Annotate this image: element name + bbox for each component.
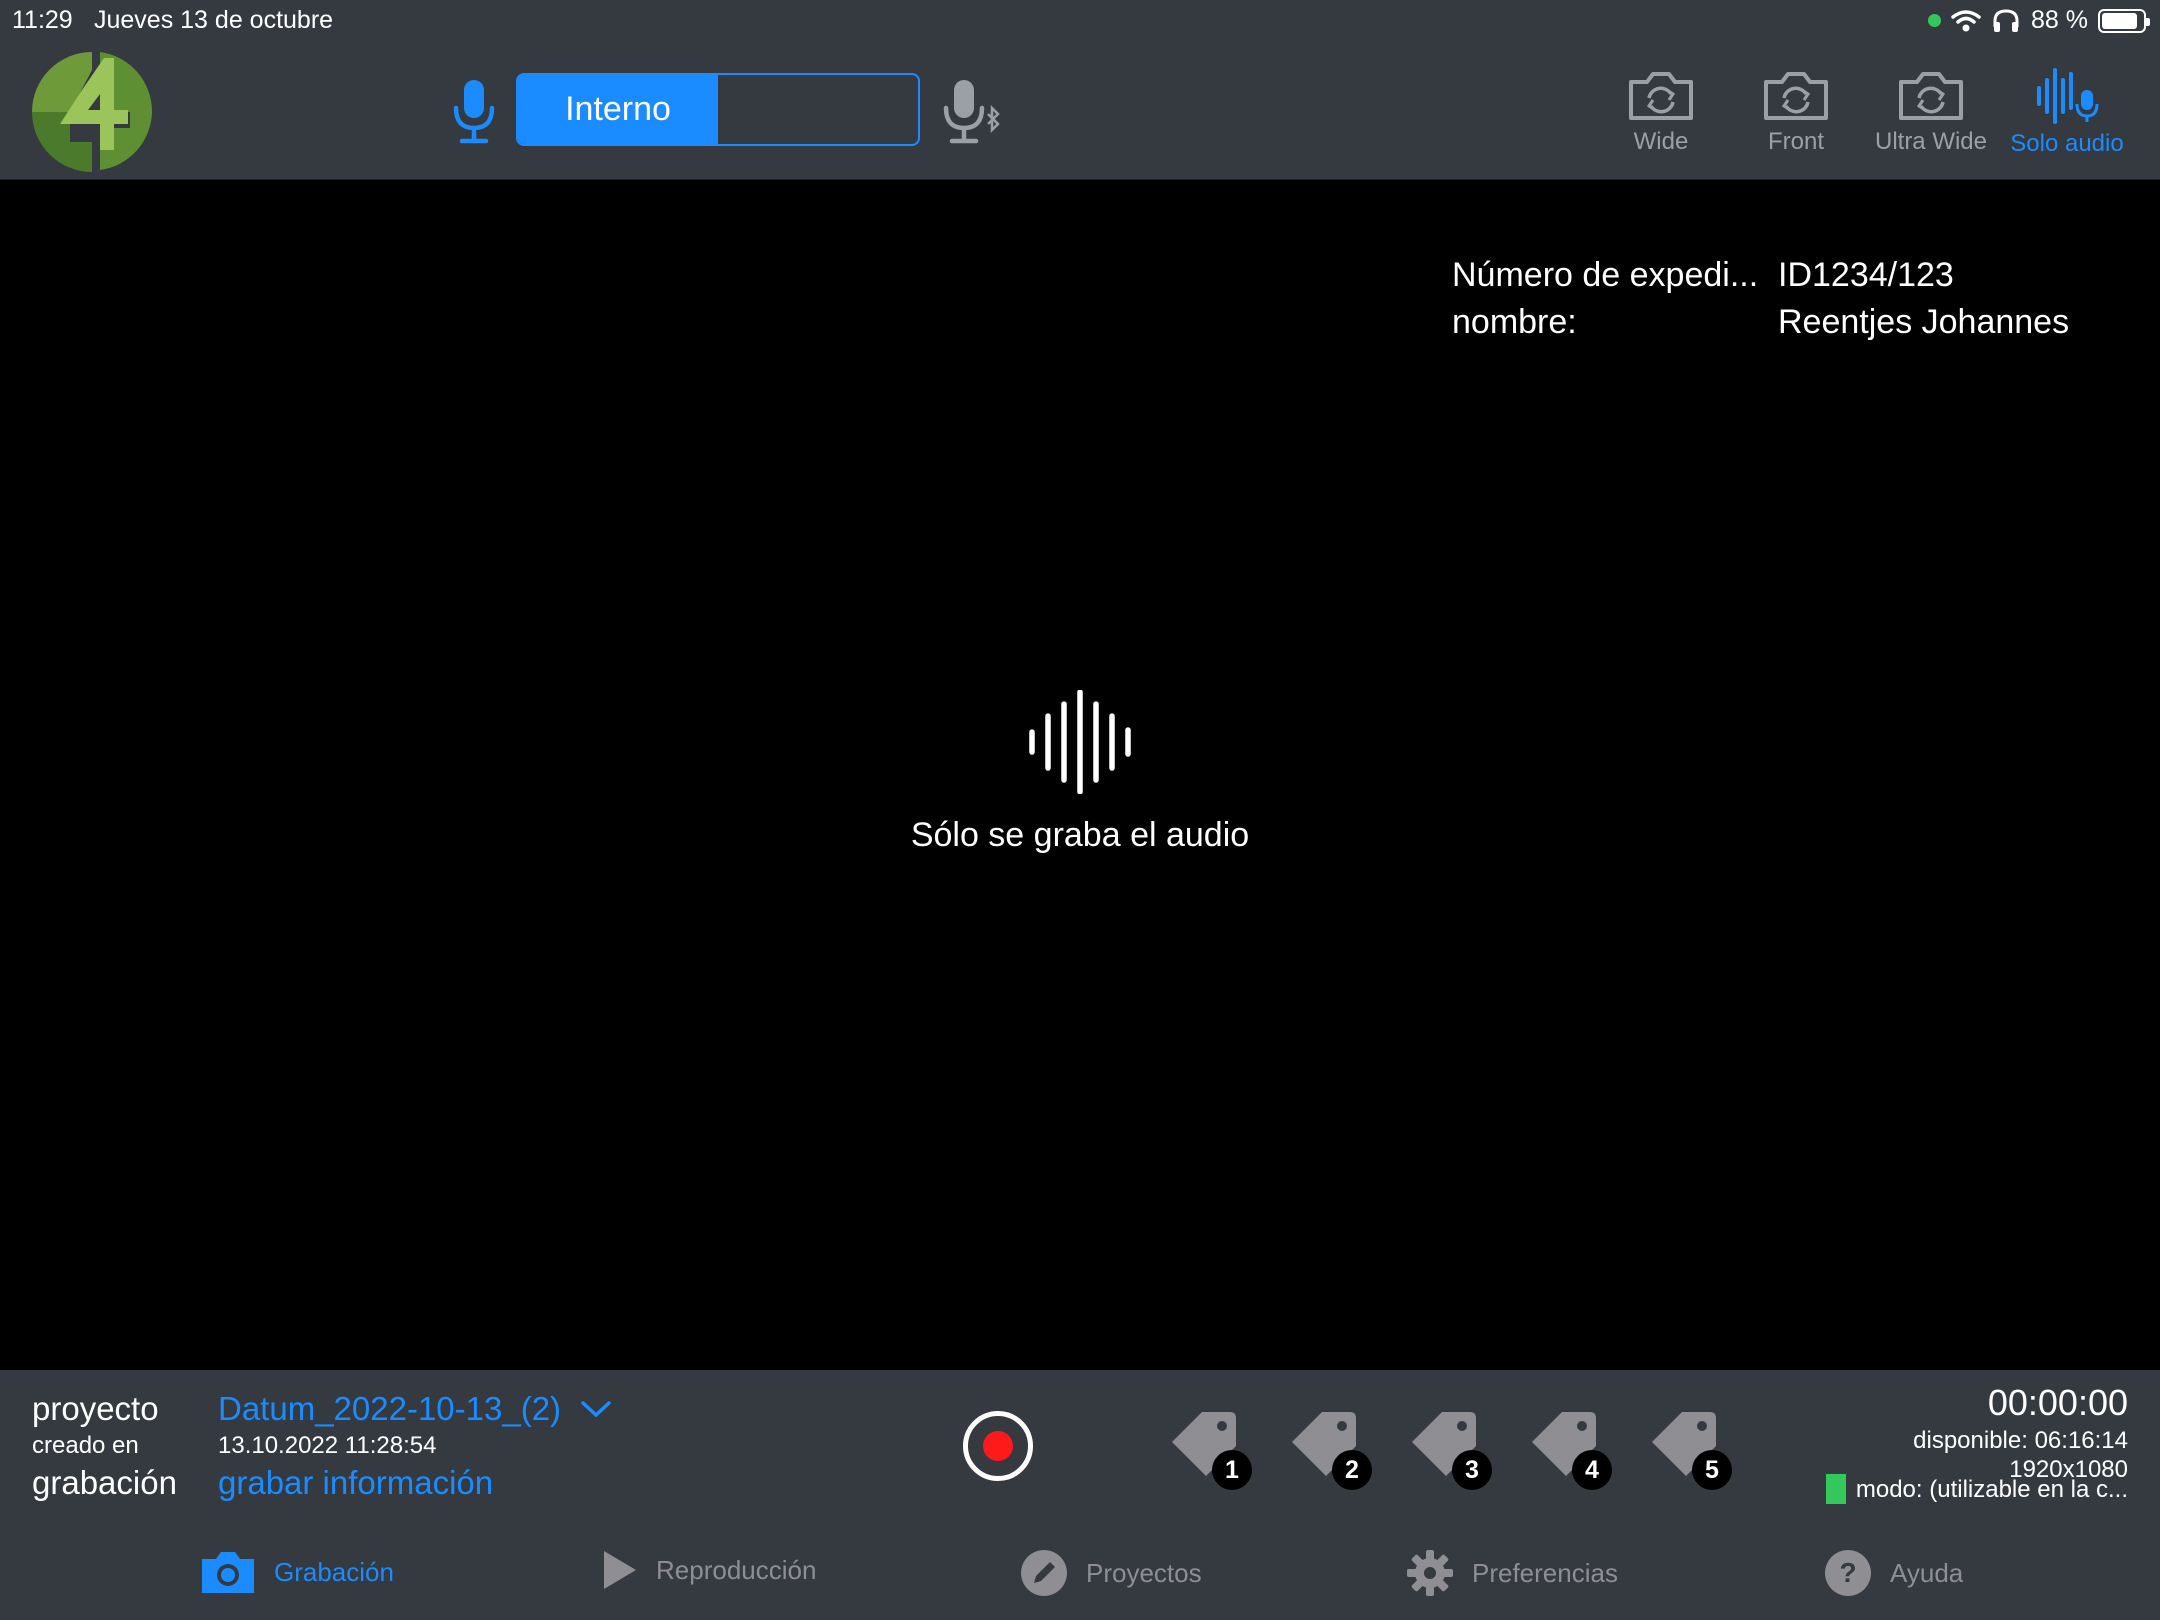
chevron-down-icon: [581, 1401, 611, 1418]
mode-status: modo: (utilizable en la c...: [1825, 1474, 2128, 1504]
project-created-date: 13.10.2022 11:28:54: [218, 1432, 437, 1459]
metadata-value: Reentjes Johannes: [1778, 303, 2070, 341]
mode-indicator-icon: [1825, 1474, 1846, 1504]
audio-only-label: Solo audio: [2010, 130, 2124, 157]
status-indicators: 88 %: [1928, 6, 2150, 35]
recording-label: grabación: [32, 1464, 177, 1501]
tab-preferences[interactable]: Preferencias: [1406, 1549, 1618, 1597]
gear-icon: [1407, 1550, 1453, 1596]
tab-projects[interactable]: Proyectos: [1020, 1549, 1202, 1597]
camera-in-use-dot-icon: [1928, 14, 1942, 27]
microphone-icon[interactable]: [450, 78, 498, 144]
waveform-icon: [1029, 690, 1131, 794]
camera-wide-label: Wide: [1633, 128, 1689, 155]
tag-button-2[interactable]: 2: [1292, 1410, 1372, 1490]
battery-icon: [2098, 8, 2150, 33]
audio-only-button[interactable]: Solo audio: [2002, 68, 2132, 158]
camera-front-button[interactable]: Front: [1731, 68, 1861, 156]
mode-text: modo: (utilizable en la c...: [1855, 1476, 2128, 1503]
segment-internal[interactable]: Interno: [518, 75, 718, 144]
record-button[interactable]: [963, 1411, 1033, 1481]
audio-only-message: Sólo se graba el audio: [910, 816, 1250, 854]
recording-timer: 00:00:00: [1987, 1382, 2128, 1423]
audio-only-indicator: Sólo se graba el audio: [0, 690, 2160, 855]
metadata-key: nombre:: [1452, 303, 1577, 341]
tab-label: Grabación: [274, 1556, 394, 1587]
tag-number: 3: [1452, 1450, 1492, 1490]
tab-label: Reproducción: [656, 1554, 817, 1585]
camera-icon: [202, 1552, 254, 1593]
status-time: 11:29: [12, 6, 73, 34]
tag-number: 5: [1692, 1450, 1732, 1490]
audio-source-segmented-control[interactable]: Interno: [516, 73, 920, 146]
play-icon: [604, 1551, 636, 1589]
record-dot-icon: [983, 1431, 1013, 1461]
metadata-value: ID1234/123: [1778, 256, 1954, 294]
app-logo: [32, 52, 153, 172]
recording-info-link[interactable]: grabar información: [218, 1464, 493, 1502]
project-metadata-overlay: Número de expedi... ID1234/123 nombre: R…: [1452, 252, 2069, 346]
status-date: Jueves 13 de octubre: [94, 6, 334, 34]
tab-label: Ayuda: [1890, 1557, 1964, 1588]
bluetooth-microphone-icon[interactable]: [940, 78, 1002, 144]
project-label: proyecto: [32, 1390, 159, 1427]
tab-help[interactable]: ? Ayuda: [1824, 1549, 1963, 1597]
project-name: Datum_2022-10-13_(2): [218, 1390, 562, 1427]
camera-front-label: Front: [1767, 128, 1824, 155]
camera-wide-button[interactable]: Wide: [1596, 68, 1726, 156]
status-bar: 11:29 Jueves 13 de octubre 88 %: [0, 0, 2160, 40]
camera-rotate-icon: [1629, 72, 1693, 120]
pencil-icon: [1021, 1550, 1067, 1596]
tab-bar: Grabación Reproducción Proyectos Prefere…: [0, 1535, 2160, 1620]
tag-number: 2: [1332, 1450, 1372, 1490]
camera-rotate-icon: [1899, 72, 1963, 120]
tab-playback[interactable]: Reproducción: [602, 1549, 816, 1591]
metadata-row: nombre: Reentjes Johannes: [1452, 299, 2069, 346]
camera-ultra-wide-button[interactable]: Ultra Wide: [1866, 68, 1996, 156]
top-toolbar: 11:29 Jueves 13 de octubre 88 % Interno …: [0, 0, 2160, 180]
tab-label: Preferencias: [1472, 1557, 1618, 1588]
metadata-key: Número de expedi...: [1452, 256, 1759, 294]
created-label: creado en: [32, 1432, 139, 1459]
project-selector[interactable]: Datum_2022-10-13_(2): [218, 1390, 611, 1428]
svg-text:?: ?: [1839, 1557, 1856, 1588]
tag-button-3[interactable]: 3: [1412, 1410, 1492, 1490]
help-icon: ?: [1825, 1550, 1871, 1596]
tag-number: 4: [1572, 1450, 1612, 1490]
camera-rotate-icon: [1764, 72, 1828, 120]
tab-recording[interactable]: Grabación: [200, 1549, 394, 1595]
waveform-mic-icon: [2037, 68, 2099, 124]
tag-button-1[interactable]: 1: [1172, 1410, 1252, 1490]
metadata-row: Número de expedi... ID1234/123: [1452, 252, 2069, 299]
camera-ultra-wide-label: Ultra Wide: [1874, 128, 1988, 155]
battery-level-fill: [2102, 12, 2138, 29]
battery-percentage: 88 %: [2031, 6, 2088, 34]
tag-number: 1: [1212, 1450, 1252, 1490]
tag-button-5[interactable]: 5: [1652, 1410, 1732, 1490]
tag-button-4[interactable]: 4: [1532, 1410, 1612, 1490]
segment-external[interactable]: [718, 75, 918, 144]
tab-label: Proyectos: [1086, 1557, 1202, 1588]
available-time: disponible: 06:16:14: [1913, 1427, 2128, 1454]
headphones-icon: [1993, 8, 2019, 32]
wifi-icon: [1951, 9, 1981, 31]
